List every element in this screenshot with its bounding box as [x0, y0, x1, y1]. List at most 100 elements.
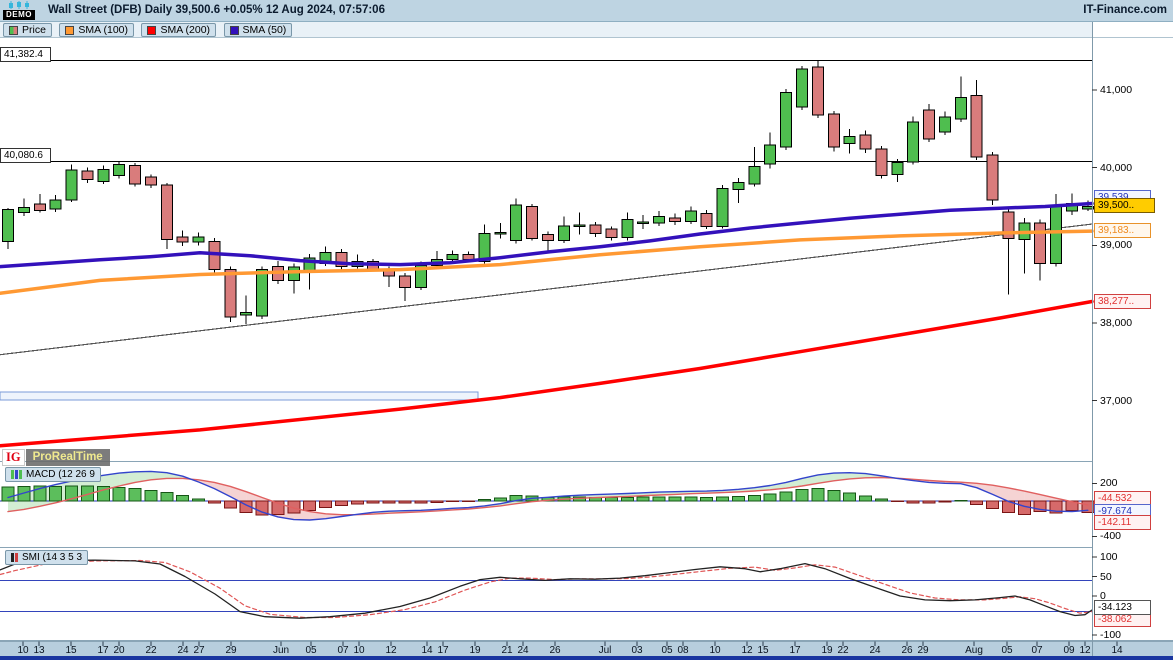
- candle-body: [50, 200, 61, 209]
- candle-body: [257, 269, 268, 316]
- date-label: 12: [741, 645, 752, 656]
- date-label: 10: [17, 645, 28, 656]
- macd-histogram-bar: [161, 493, 173, 501]
- macd-histogram-bar: [351, 501, 363, 504]
- date-label: 15: [757, 645, 768, 656]
- legend-chip-sma50[interactable]: SMA (50): [224, 23, 293, 37]
- sma200-icon: [147, 26, 156, 35]
- macd-indicator-chip[interactable]: MACD (12 26 9: [5, 467, 101, 482]
- candle-body: [828, 114, 839, 147]
- candle-body: [1003, 212, 1014, 239]
- macd-histogram-bar: [2, 487, 14, 501]
- brand-link[interactable]: IT-Finance.com: [1083, 4, 1167, 16]
- date-label: 29: [225, 645, 236, 656]
- price-axis-label: 38,000: [1100, 317, 1132, 329]
- macd-histogram-bar: [335, 501, 347, 505]
- candle-body: [574, 225, 585, 227]
- macd-histogram-bar: [383, 501, 395, 503]
- candle-body: [908, 122, 919, 162]
- price-axis-label: 40,000: [1100, 162, 1132, 174]
- price-icon: [9, 26, 18, 35]
- candle-body: [225, 269, 236, 317]
- legend-chip-sma200[interactable]: SMA (200): [141, 23, 216, 37]
- date-label: 07: [1031, 645, 1042, 656]
- macd-histogram-bar: [939, 501, 951, 502]
- candle-body: [558, 226, 569, 241]
- date-label: 24: [517, 645, 528, 656]
- macd-histogram-bar: [208, 501, 220, 503]
- macd-histogram-bar: [478, 499, 490, 501]
- smi-axis-label: 50: [1100, 571, 1112, 583]
- ig-logo: IG: [2, 449, 25, 466]
- macd-histogram-bar: [50, 486, 62, 501]
- macd-histogram-bar: [987, 501, 999, 509]
- smi-label: SMI (14 3 5 3: [22, 552, 82, 563]
- date-label: 05: [1001, 645, 1012, 656]
- footer-bar: [0, 656, 1173, 660]
- smi-indicator-chip[interactable]: SMI (14 3 5 3: [5, 550, 88, 565]
- candle-body: [1082, 206, 1093, 208]
- date-label: 17: [97, 645, 108, 656]
- date-label: Aug: [965, 645, 983, 656]
- candle-body: [638, 222, 649, 224]
- macd-histogram-bar: [828, 490, 840, 501]
- sma200-line: [0, 302, 1092, 446]
- date-label: 12: [1079, 645, 1090, 656]
- candle-body: [749, 167, 760, 184]
- macd-histogram-bar: [145, 490, 157, 501]
- selection-region[interactable]: [0, 392, 478, 400]
- date-label: Jul: [599, 645, 612, 656]
- date-label: 19: [821, 645, 832, 656]
- candle-body: [161, 185, 172, 239]
- candle-body: [717, 189, 728, 227]
- macd-histogram-bar: [113, 487, 125, 501]
- candle-body: [812, 67, 823, 115]
- candle-body: [447, 254, 458, 259]
- candle-body: [527, 207, 538, 239]
- chart-application: DEMO Wall Street (DFB) Daily 39,500.6 +0…: [0, 0, 1173, 660]
- candle-body: [241, 313, 252, 315]
- macd-histogram-bar: [129, 489, 141, 501]
- macd-histogram-bar: [701, 497, 713, 501]
- chart-canvas[interactable]: [0, 0, 1173, 660]
- candle-body: [66, 170, 77, 200]
- candle-body: [765, 145, 776, 164]
- candle-body: [939, 117, 950, 132]
- title-bar: DEMO Wall Street (DFB) Daily 39,500.6 +0…: [0, 0, 1173, 22]
- candle-body: [542, 234, 553, 240]
- legend-chip-price[interactable]: Price: [3, 23, 52, 37]
- date-label: 09: [1063, 645, 1074, 656]
- candle-body: [145, 177, 156, 185]
- macd-histogram-bar: [860, 496, 872, 501]
- date-label: 26: [549, 645, 560, 656]
- date-label: 27: [193, 645, 204, 656]
- macd-histogram-bar: [971, 501, 983, 505]
- legend-label: SMA (100): [78, 24, 128, 36]
- candle-body: [844, 137, 855, 144]
- macd-histogram-bar: [812, 489, 824, 501]
- price-level-label-low[interactable]: 40,080.6: [0, 148, 51, 163]
- candle-body: [987, 155, 998, 200]
- candle-body: [130, 165, 141, 184]
- candle-body: [955, 97, 966, 119]
- macd-histogram-bar: [717, 497, 729, 501]
- date-label: 14: [421, 645, 432, 656]
- date-label: 05: [305, 645, 316, 656]
- candle-body: [495, 233, 506, 235]
- macd-histogram-bar: [193, 499, 205, 501]
- legend-chip-sma100[interactable]: SMA (100): [59, 23, 134, 37]
- candle-body: [511, 205, 522, 241]
- sma50-icon: [230, 26, 239, 35]
- date-label: Jun: [273, 645, 289, 656]
- date-label: 10: [709, 645, 720, 656]
- price-level-label-high[interactable]: 41,382.4: [0, 47, 51, 62]
- macd-histogram-bar: [637, 497, 649, 501]
- smi-value-badge: -34.123: [1094, 600, 1151, 615]
- smi-axis-label: -100: [1100, 629, 1121, 641]
- smi-icon: [11, 553, 18, 562]
- legend-label: Price: [22, 24, 46, 36]
- candle-body: [3, 210, 14, 242]
- sma100-icon: [65, 26, 74, 35]
- macd-value-badge: -142.11: [1094, 515, 1151, 530]
- candle-body: [797, 69, 808, 107]
